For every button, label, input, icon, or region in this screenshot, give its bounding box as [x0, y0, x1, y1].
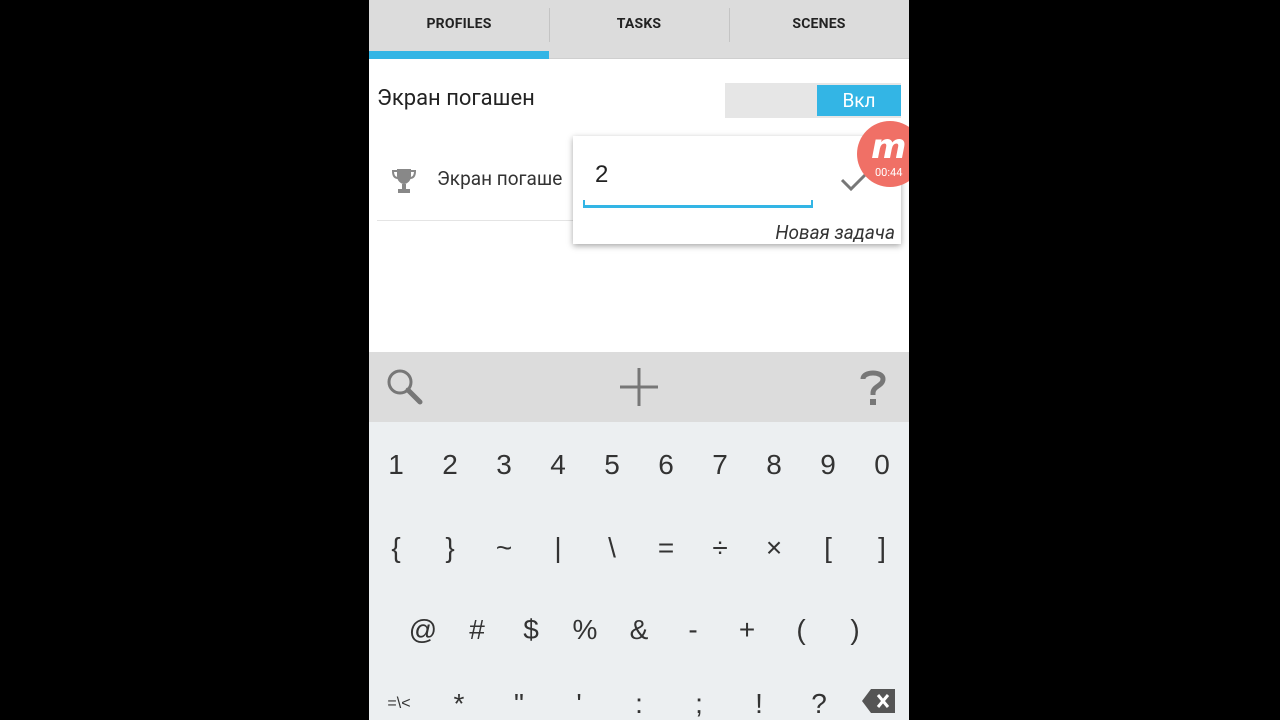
key[interactable]: [ — [803, 532, 853, 564]
key[interactable]: ÷ — [695, 532, 745, 564]
tab-scenes[interactable]: SCENES — [729, 0, 909, 58]
toggle-on-label: Вкл — [817, 85, 901, 116]
tab-label: TASKS — [616, 16, 662, 32]
key[interactable]: ; — [674, 688, 724, 720]
key[interactable]: ( — [776, 614, 826, 646]
key[interactable]: ) — [830, 614, 880, 646]
key[interactable]: # — [452, 614, 502, 646]
key[interactable]: 0 — [857, 449, 907, 481]
profile-toggle[interactable]: Вкл — [725, 83, 901, 118]
key[interactable]: * — [434, 688, 484, 720]
key[interactable]: @ — [398, 614, 448, 646]
key[interactable]: 7 — [695, 449, 745, 481]
tab-profiles[interactable]: PROFILES — [369, 0, 549, 59]
key[interactable]: - — [668, 614, 718, 646]
keyboard-row-1: 1 2 3 4 5 6 7 8 9 0 — [369, 435, 909, 495]
key[interactable]: : — [614, 688, 664, 720]
trophy-icon — [391, 169, 417, 193]
tab-tasks[interactable]: TASKS — [549, 0, 729, 58]
help-icon[interactable] — [851, 365, 895, 409]
backspace-icon[interactable] — [854, 687, 904, 720]
key[interactable]: 6 — [641, 449, 691, 481]
key[interactable]: + — [722, 614, 772, 646]
keyboard-row-2: { } ~ | \ = ÷ × [ ] — [369, 518, 909, 578]
app-screen: PROFILES TASKS SCENES Экран погашен Вкл … — [369, 0, 909, 720]
tab-bar: PROFILES TASKS SCENES — [369, 0, 909, 59]
tab-label: SCENES — [792, 16, 846, 32]
tab-label: PROFILES — [426, 16, 492, 32]
key[interactable]: × — [749, 532, 799, 564]
key[interactable]: { — [371, 532, 421, 564]
keyboard-row-3: @ # $ % & - + ( ) — [396, 600, 882, 660]
key[interactable]: & — [614, 614, 664, 646]
key[interactable]: " — [494, 688, 544, 720]
key[interactable]: 9 — [803, 449, 853, 481]
key[interactable]: ? — [794, 688, 844, 720]
task-name-field — [583, 152, 813, 208]
task-name-input[interactable] — [593, 160, 797, 190]
profile-title[interactable]: Экран погашен — [377, 86, 535, 111]
add-icon[interactable] — [617, 365, 661, 409]
key[interactable]: } — [425, 532, 475, 564]
key[interactable]: ' — [554, 688, 604, 720]
key[interactable]: % — [560, 614, 610, 646]
key[interactable]: | — [533, 532, 583, 564]
key[interactable]: ~ — [479, 532, 529, 564]
key[interactable]: 8 — [749, 449, 799, 481]
symbol-keyboard: 1 2 3 4 5 6 7 8 9 0 { } ~ | \ = ÷ × [ ] … — [369, 422, 909, 720]
new-task-hint[interactable]: Новая задача — [775, 221, 895, 244]
recorder-logo: m — [871, 127, 907, 167]
keyboard-toolbar — [369, 352, 909, 422]
key[interactable]: 5 — [587, 449, 637, 481]
key[interactable]: =\< — [374, 695, 424, 713]
search-icon[interactable] — [383, 365, 427, 409]
keyboard-row-4: =\< * " ' : ; ! ? — [369, 684, 909, 720]
key[interactable]: 1 — [371, 449, 421, 481]
key[interactable]: 3 — [479, 449, 529, 481]
key[interactable]: = — [641, 532, 691, 564]
key[interactable]: ] — [857, 532, 907, 564]
key[interactable]: 4 — [533, 449, 583, 481]
key[interactable]: 2 — [425, 449, 475, 481]
task-name-popup: Новая задача — [573, 136, 901, 244]
key[interactable]: ! — [734, 688, 784, 720]
key[interactable]: $ — [506, 614, 556, 646]
context-label[interactable]: Экран погаше — [437, 167, 562, 190]
divider — [377, 220, 577, 221]
recorder-time: 00:44 — [875, 166, 903, 179]
key[interactable]: \ — [587, 532, 637, 564]
